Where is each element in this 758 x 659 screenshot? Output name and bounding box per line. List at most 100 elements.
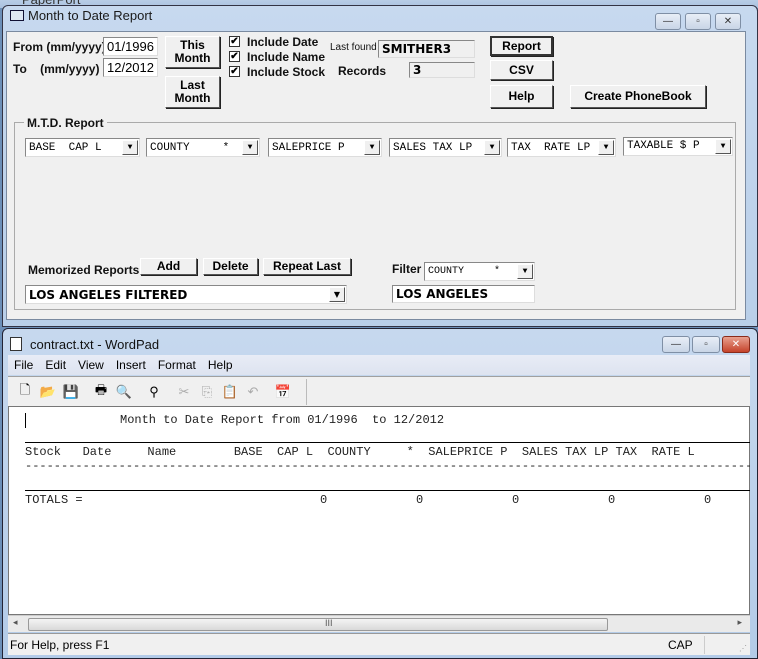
total-value: 0 (704, 493, 712, 507)
from-date-input[interactable]: 01/1996 (103, 37, 158, 56)
chevron-down-icon[interactable]: ▼ (517, 264, 533, 279)
chevron-down-icon[interactable]: ▼ (484, 140, 500, 155)
rule-bottom (25, 490, 750, 491)
chevron-down-icon[interactable]: ▼ (598, 140, 614, 155)
copy-icon[interactable]: ⎘ (198, 384, 216, 400)
total-value: 0 (320, 493, 328, 507)
filter-label: Filter (392, 262, 422, 276)
column-select-6[interactable]: TAXABLE $ P ▼ (623, 137, 733, 156)
horizontal-scrollbar[interactable]: ◂ III ▸ (8, 615, 750, 632)
column-select-3[interactable]: SALEPRICE P ▼ (268, 138, 382, 157)
menu-edit[interactable]: Edit (39, 358, 72, 372)
paste-icon[interactable]: 📋 (221, 384, 239, 400)
minimize-button[interactable]: — (655, 13, 681, 30)
chevron-down-icon[interactable]: ▼ (242, 140, 258, 155)
column-select-1-value: BASE CAP L (29, 141, 102, 154)
report-button[interactable]: Report (490, 36, 553, 56)
last-found-value: SMITHER3 (378, 40, 475, 58)
mtd-window-title: Month to Date Report (28, 8, 153, 23)
wordpad-minimize-button[interactable]: — (662, 336, 690, 353)
text-cursor (25, 413, 26, 428)
scroll-left-arrow-icon[interactable]: ◂ (13, 617, 18, 628)
chevron-down-icon[interactable]: ▼ (715, 139, 731, 154)
undo-icon[interactable]: ↶ (244, 384, 262, 400)
column-select-2-value: COUNTY * (150, 141, 230, 154)
caps-lock-indicator: CAP (668, 638, 693, 652)
find-icon[interactable]: ⚲ (145, 384, 163, 400)
status-bar: For Help, press F1 CAP ⋰ (8, 633, 750, 655)
delete-button[interactable]: Delete (203, 258, 258, 275)
toolbar: 🗋 📂 💾 🖶 🔍 ⚲ ✂ ⎘ 📋 ↶ 📅 (8, 376, 750, 406)
last-found-label: Last found (330, 42, 377, 53)
filter-value-input[interactable]: LOS ANGELES (392, 285, 535, 303)
column-select-4[interactable]: SALES TAX LP ▼ (389, 138, 502, 157)
menubar: File Edit View Insert Format Help (8, 355, 750, 375)
repeat-last-button[interactable]: Repeat Last (263, 258, 351, 275)
open-icon[interactable]: 📂 (39, 384, 57, 400)
add-button[interactable]: Add (140, 258, 197, 275)
mtd-report-group-label: M.T.D. Report (24, 116, 107, 130)
csv-button[interactable]: CSV (490, 60, 553, 80)
total-value: 0 (512, 493, 520, 507)
scrollbar-thumb[interactable]: III (28, 618, 608, 631)
chevron-down-icon[interactable]: ▼ (329, 287, 345, 302)
chevron-down-icon[interactable]: ▼ (122, 140, 138, 155)
report-dash-row: ----------------------------------------… (25, 459, 750, 473)
from-label: From (mm/yyyy) (13, 40, 106, 54)
include-stock-checkbox[interactable]: ✔ (229, 66, 240, 77)
total-value: 0 (416, 493, 424, 507)
report-header-row: Stock Date Name BASE CAP L COUNTY * SALE… (25, 445, 695, 459)
save-icon[interactable]: 💾 (62, 384, 80, 400)
wordpad-icon (10, 337, 22, 351)
last-month-button[interactable]: Last Month (165, 76, 220, 108)
column-select-5[interactable]: TAX RATE LP ▼ (507, 138, 616, 157)
scroll-right-arrow-icon[interactable]: ▸ (737, 617, 742, 628)
column-select-2[interactable]: COUNTY * ▼ (146, 138, 260, 157)
print-preview-icon[interactable]: 🔍 (115, 384, 133, 400)
document-area[interactable]: Month to Date Report from 01/1996 to 12/… (8, 406, 750, 615)
new-icon[interactable]: 🗋 (16, 382, 34, 400)
help-button[interactable]: Help (490, 85, 553, 108)
wordpad-title: contract.txt - WordPad (30, 337, 160, 352)
wordpad-close-button[interactable]: ✕ (722, 336, 750, 353)
include-date-checkbox[interactable]: ✔ (229, 36, 240, 47)
cut-icon[interactable]: ✂ (175, 384, 193, 400)
filter-field-select[interactable]: COUNTY * ▼ (424, 262, 535, 281)
date-time-icon[interactable]: 📅 (274, 384, 292, 400)
scroll-grip: III (325, 618, 333, 628)
include-stock-label: Include Stock (247, 65, 326, 79)
status-text: For Help, press F1 (10, 638, 110, 652)
include-name-label: Include Name (247, 50, 326, 64)
print-icon[interactable]: 🖶 (92, 382, 110, 400)
resize-grip-icon[interactable]: ⋰ (739, 644, 747, 653)
menu-help[interactable]: Help (202, 358, 239, 372)
to-date-input[interactable]: 12/2012 (103, 58, 158, 77)
column-select-6-value: TAXABLE $ P (627, 140, 700, 152)
menu-view[interactable]: View (72, 358, 110, 372)
window-icon (10, 10, 24, 21)
menu-file[interactable]: File (8, 358, 39, 372)
totals-label: TOTALS = (25, 493, 83, 507)
include-name-checkbox[interactable]: ✔ (229, 51, 240, 62)
status-divider (704, 636, 705, 654)
memorized-reports-label: Memorized Reports (28, 263, 140, 277)
toolbar-divider (306, 379, 307, 405)
column-select-4-value: SALES TAX LP (393, 141, 473, 154)
column-select-3-value: SALEPRICE P (272, 141, 345, 154)
wordpad-maximize-button[interactable]: ▫ (692, 336, 720, 353)
memorized-reports-select[interactable]: LOS ANGELES FILTERED ▼ (25, 285, 347, 304)
menu-insert[interactable]: Insert (110, 358, 152, 372)
maximize-button[interactable]: ▫ (685, 13, 711, 30)
include-date-label: Include Date (247, 35, 319, 49)
records-value: 3 (409, 62, 475, 78)
this-month-button[interactable]: This Month (165, 36, 220, 68)
filter-field-value: COUNTY * (428, 266, 501, 277)
column-select-1[interactable]: BASE CAP L ▼ (25, 138, 140, 157)
chevron-down-icon[interactable]: ▼ (364, 140, 380, 155)
menu-format[interactable]: Format (152, 358, 202, 372)
column-select-5-value: TAX RATE LP (511, 141, 591, 154)
memorized-reports-value: LOS ANGELES FILTERED (29, 287, 188, 302)
create-phonebook-button[interactable]: Create PhoneBook (570, 85, 706, 108)
close-button[interactable]: ✕ (715, 13, 741, 30)
to-label: To (mm/yyyy) (13, 62, 100, 76)
